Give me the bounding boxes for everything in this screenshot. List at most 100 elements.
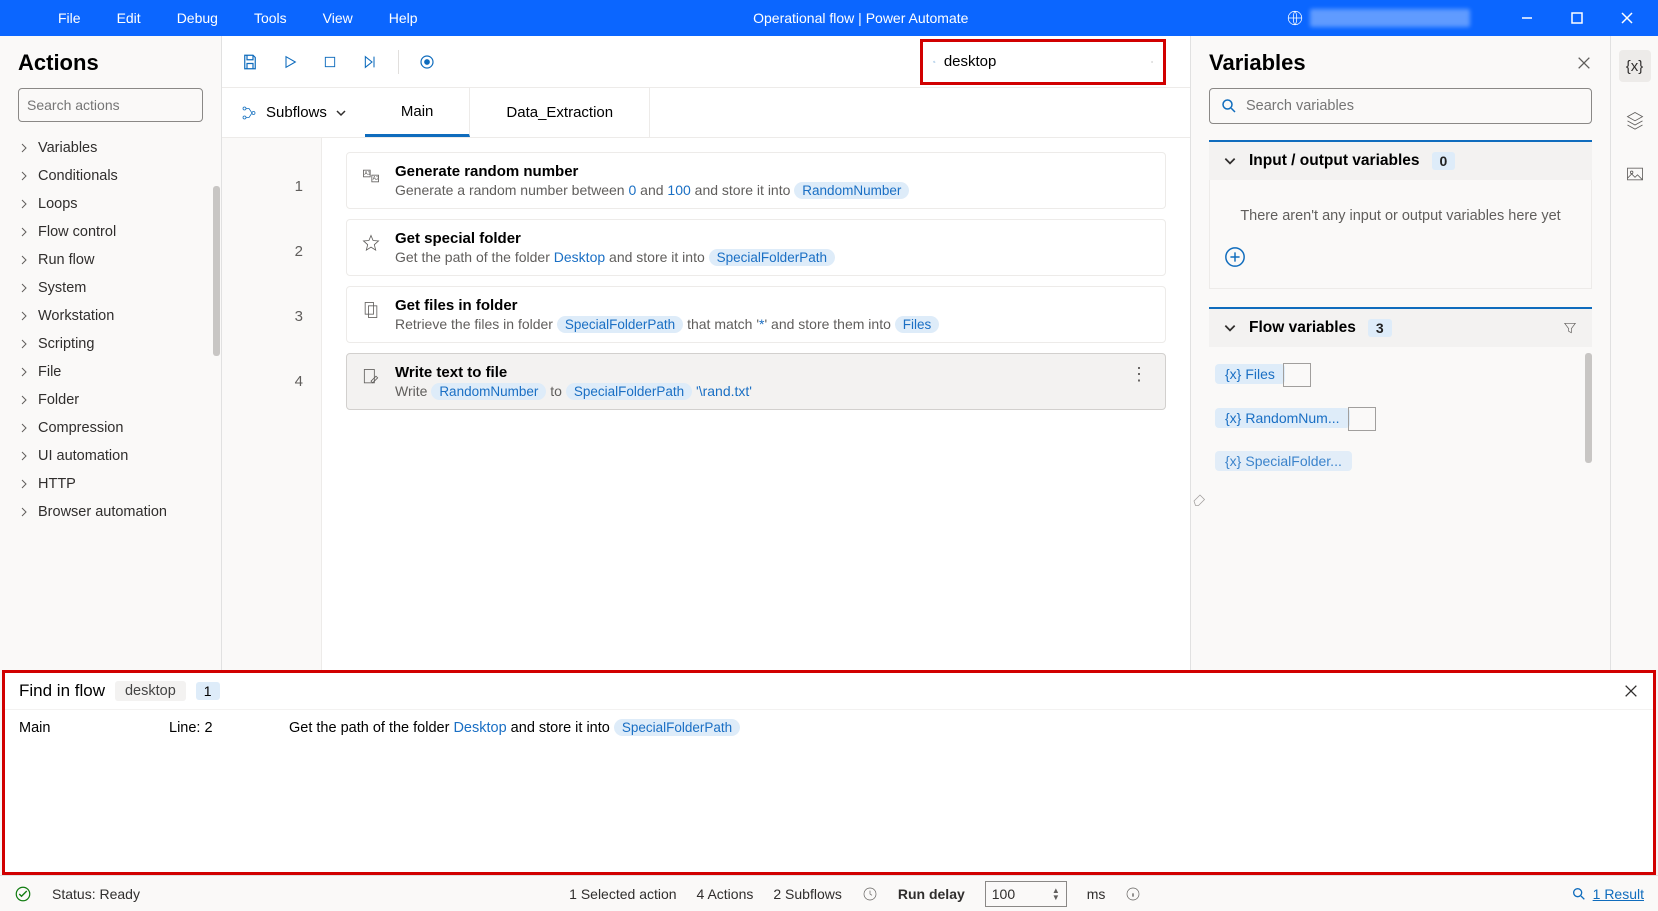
subflows-label: Subflows bbox=[266, 104, 327, 121]
maximize-button[interactable] bbox=[1554, 0, 1600, 36]
subflows-icon bbox=[240, 104, 258, 122]
tab-data-extraction[interactable]: Data_Extraction bbox=[470, 88, 650, 137]
rail-images-icon[interactable] bbox=[1619, 158, 1651, 190]
category-item[interactable]: Compression bbox=[0, 414, 221, 442]
flow-variables-header[interactable]: Flow variables 3 bbox=[1209, 307, 1592, 347]
category-item[interactable]: Scripting bbox=[0, 330, 221, 358]
category-item[interactable]: Run flow bbox=[0, 246, 221, 274]
action-step-selected[interactable]: Write text to file Write RandomNumber to… bbox=[346, 353, 1166, 410]
action-step[interactable]: Get special folder Get the path of the f… bbox=[346, 219, 1166, 276]
category-label: UI automation bbox=[38, 448, 128, 464]
variable-row[interactable]: {x}RandomNum... bbox=[1209, 397, 1592, 441]
menu-edit[interactable]: Edit bbox=[99, 0, 159, 36]
stop-button[interactable] bbox=[312, 44, 348, 80]
save-button[interactable] bbox=[232, 44, 268, 80]
menu-view[interactable]: View bbox=[305, 0, 371, 36]
line-number: 4 bbox=[222, 349, 321, 414]
main-menu: File Edit Debug Tools View Help bbox=[0, 0, 436, 36]
variables-scrollbar[interactable] bbox=[1585, 353, 1592, 463]
step-button[interactable] bbox=[352, 44, 388, 80]
category-item[interactable]: Variables bbox=[0, 134, 221, 162]
filter-icon[interactable] bbox=[1562, 320, 1578, 336]
line-number: 2 bbox=[222, 219, 321, 284]
menu-help[interactable]: Help bbox=[371, 0, 436, 36]
chevron-down-icon bbox=[1223, 321, 1237, 335]
variables-search[interactable] bbox=[1209, 88, 1592, 124]
category-item[interactable]: Conditionals bbox=[0, 162, 221, 190]
spinner-icon[interactable]: ▲▼ bbox=[1052, 887, 1060, 901]
step-title: Get special folder bbox=[395, 230, 1151, 247]
chevron-right-icon bbox=[18, 506, 30, 518]
close-panel-icon[interactable] bbox=[1576, 55, 1592, 71]
run-button[interactable] bbox=[272, 44, 308, 80]
variables-title: Variables bbox=[1209, 50, 1576, 76]
category-item[interactable]: Browser automation bbox=[0, 498, 221, 526]
status-actions: 4 Actions bbox=[697, 886, 754, 902]
category-item[interactable]: UI automation bbox=[0, 442, 221, 470]
category-label: Variables bbox=[38, 140, 97, 156]
io-count-badge: 0 bbox=[1432, 152, 1456, 170]
record-button[interactable] bbox=[409, 44, 445, 80]
menu-tools[interactable]: Tools bbox=[236, 0, 305, 36]
clear-variables-button[interactable] bbox=[1191, 481, 1610, 515]
find-count-badge: 1 bbox=[196, 682, 220, 700]
close-find-icon[interactable] bbox=[1623, 683, 1639, 699]
category-item[interactable]: Workstation bbox=[0, 302, 221, 330]
environment-badge[interactable] bbox=[1286, 9, 1470, 27]
chevron-right-icon bbox=[18, 338, 30, 350]
rail-variables-icon[interactable]: {x} bbox=[1619, 50, 1651, 82]
menu-file[interactable]: File bbox=[40, 0, 99, 36]
chevron-right-icon bbox=[18, 170, 30, 182]
io-variables-header[interactable]: Input / output variables 0 bbox=[1209, 140, 1592, 180]
actions-search-input[interactable] bbox=[27, 97, 208, 113]
category-item[interactable]: Loops bbox=[0, 190, 221, 218]
action-step[interactable]: Get files in folder Retrieve the files i… bbox=[346, 286, 1166, 343]
category-item[interactable]: File bbox=[0, 358, 221, 386]
tab-main[interactable]: Main bbox=[365, 88, 471, 137]
variables-search-input[interactable] bbox=[1246, 98, 1581, 114]
subflows-dropdown[interactable]: Subflows bbox=[222, 88, 365, 137]
chevron-right-icon bbox=[18, 366, 30, 378]
search-in-flow-box[interactable] bbox=[920, 39, 1166, 85]
chevron-right-icon bbox=[18, 254, 30, 266]
menu-debug[interactable]: Debug bbox=[159, 0, 236, 36]
find-title: Find in flow bbox=[19, 681, 105, 701]
write-file-icon bbox=[361, 367, 381, 387]
random-icon: A1A2 bbox=[361, 166, 381, 186]
step-more-button[interactable]: ⋮ bbox=[1127, 364, 1151, 385]
category-item[interactable]: HTTP bbox=[0, 470, 221, 498]
run-delay-input[interactable]: 100 ▲▼ bbox=[985, 881, 1067, 907]
actions-scrollbar[interactable] bbox=[213, 186, 220, 356]
add-variable-button[interactable] bbox=[1224, 246, 1577, 268]
category-label: Scripting bbox=[38, 336, 94, 352]
step-description: Generate a random number between 0 and 1… bbox=[395, 182, 1151, 198]
category-label: File bbox=[38, 364, 61, 380]
results-link[interactable]: 1 Result bbox=[1571, 886, 1644, 902]
search-in-flow-input[interactable] bbox=[944, 53, 1143, 70]
step-description: Write RandomNumber to SpecialFolderPath … bbox=[395, 383, 1113, 399]
find-result-row[interactable]: Main Line: 2 Get the path of the folder … bbox=[5, 709, 1653, 746]
variable-chip: {x}RandomNum... bbox=[1215, 408, 1350, 428]
window-title: Operational flow | Power Automate bbox=[436, 10, 1286, 26]
globe-icon bbox=[1286, 9, 1304, 27]
right-rail: {x} bbox=[1610, 36, 1658, 670]
actions-search[interactable] bbox=[18, 88, 203, 122]
close-button[interactable] bbox=[1604, 0, 1650, 36]
step-title: Get files in folder bbox=[395, 297, 1151, 314]
minimize-button[interactable] bbox=[1504, 0, 1550, 36]
find-subflow: Main bbox=[19, 720, 169, 736]
action-step[interactable]: A1A2 Generate random number Generate a r… bbox=[346, 152, 1166, 209]
chevron-right-icon bbox=[18, 226, 30, 238]
rail-layers-icon[interactable] bbox=[1619, 104, 1651, 136]
variable-row[interactable]: {x}SpecialFolder... bbox=[1209, 441, 1592, 481]
subflow-tabs: Subflows Main Data_Extraction bbox=[222, 88, 1190, 138]
info-icon[interactable] bbox=[1125, 886, 1141, 902]
category-label: Conditionals bbox=[38, 168, 118, 184]
category-item[interactable]: Folder bbox=[0, 386, 221, 414]
designer-area: Subflows Main Data_Extraction 1 2 3 4 A1… bbox=[222, 36, 1190, 670]
category-item[interactable]: Flow control bbox=[0, 218, 221, 246]
step-title: Write text to file bbox=[395, 364, 1113, 381]
clear-search-icon[interactable] bbox=[1151, 55, 1153, 69]
variable-row[interactable]: {x}Files bbox=[1209, 353, 1592, 397]
category-item[interactable]: System bbox=[0, 274, 221, 302]
